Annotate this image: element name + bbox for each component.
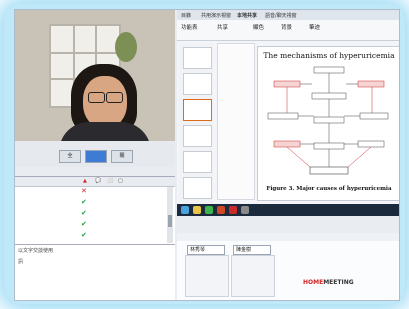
- participant-scrollbar[interactable]: [167, 187, 173, 243]
- screenshot-canvas: 全 關 ▲ 💬 ⬜ ▢ ✕ ✔ ✔ ✔ ✔ 以文字交談使用 訊 目錄 共用演示視…: [0, 0, 409, 309]
- outline-pane: [217, 43, 255, 200]
- video-controls: 全 關: [15, 141, 175, 167]
- homemeeting-logo: HOMEMEETING: [303, 279, 354, 286]
- slide-caption: Figure 3. Major causes of hyperuricemia: [266, 186, 392, 192]
- app-icon[interactable]: [241, 206, 249, 214]
- hyperuricemia-diagram: [267, 66, 389, 175]
- chat-line: 訊: [18, 259, 24, 265]
- webcam-video: [15, 10, 175, 141]
- fullscreen-button[interactable]: 全: [59, 150, 81, 163]
- app-icon[interactable]: [229, 206, 237, 214]
- slide-thumbnail[interactable]: [183, 177, 212, 199]
- powerpoint-icon[interactable]: [217, 206, 225, 214]
- logo-meeting: MEETING: [323, 279, 354, 286]
- share-button[interactable]: 共享: [217, 23, 228, 31]
- chat-panel: 以文字交談使用 訊: [15, 244, 175, 300]
- video-wall-panel: 林秀琴 陳金樹 HOMEMEETING: [177, 233, 399, 300]
- meeting-window: 全 關 ▲ 💬 ⬜ ▢ ✕ ✔ ✔ ✔ ✔ 以文字交談使用 訊 目錄 共用演示視…: [14, 9, 400, 301]
- current-slide: The mechanisms of hyperuricemia Figure 3…: [257, 46, 399, 201]
- glasses: [85, 92, 125, 103]
- app-icon[interactable]: [205, 206, 213, 214]
- background-button[interactable]: 背景: [281, 23, 292, 31]
- folder-icon[interactable]: [193, 206, 201, 214]
- tab-contents[interactable]: 目錄: [181, 12, 191, 19]
- status-check-icon: ✔: [81, 220, 87, 228]
- shared-presentation: 目錄 共用演示視窗 本地共享 語音/聊天視窗 功能表 共享 顯色 背景 筆迹 T…: [177, 10, 399, 210]
- slide-thumbnail[interactable]: [183, 47, 212, 69]
- slide-thumbnail[interactable]: [183, 151, 212, 173]
- start-icon[interactable]: [181, 206, 189, 214]
- taskbar: [177, 204, 399, 216]
- menu-button[interactable]: 功能表: [181, 23, 198, 31]
- session-tabs: 目錄 共用演示視窗 本地共享 語音/聊天視窗: [177, 10, 399, 20]
- color-button[interactable]: 顯色: [253, 23, 264, 31]
- logo-home: HOME: [303, 279, 324, 286]
- col-header-video[interactable]: ▢: [118, 178, 123, 184]
- col-header-share[interactable]: ⬜: [107, 178, 113, 184]
- status-x-icon: ✕: [81, 187, 87, 195]
- tab-shared-window[interactable]: 共用演示視窗: [201, 12, 231, 19]
- slide-title: The mechanisms of hyperuricemia: [263, 51, 395, 60]
- slide-thumbnail-selected[interactable]: [183, 99, 212, 121]
- chat-line: 以文字交談使用: [18, 248, 54, 254]
- slide-thumbnail[interactable]: [183, 125, 212, 147]
- share-toolbar: 功能表 共享 顯色 背景 筆迹: [177, 20, 399, 41]
- pen-button[interactable]: 筆迹: [309, 23, 320, 31]
- participant-select[interactable]: 林秀琴: [187, 245, 225, 255]
- tab-local-share[interactable]: 本地共享: [237, 12, 257, 19]
- slide-thumbnails: [179, 43, 213, 203]
- camera-icon[interactable]: [85, 150, 107, 163]
- participant-select[interactable]: 陳金樹: [233, 245, 271, 255]
- video-cell: [231, 255, 275, 297]
- status-check-icon: ✔: [81, 231, 87, 239]
- close-video-button[interactable]: 關: [111, 150, 133, 163]
- plant: [115, 32, 137, 62]
- status-check-icon: ✔: [81, 209, 87, 217]
- participant-list: ▲ 💬 ⬜ ▢ ✕ ✔ ✔ ✔ ✔: [15, 176, 175, 245]
- tab-voice-chat[interactable]: 語音/聊天視窗: [265, 12, 297, 19]
- status-check-icon: ✔: [81, 198, 87, 206]
- video-cell: [185, 255, 229, 297]
- col-header-alert[interactable]: ▲: [83, 178, 87, 184]
- col-header-chat[interactable]: 💬: [95, 178, 101, 184]
- slide-thumbnail[interactable]: [183, 73, 212, 95]
- video-wall-header: [177, 233, 399, 241]
- participant-list-header: ▲ 💬 ⬜ ▢: [15, 177, 175, 187]
